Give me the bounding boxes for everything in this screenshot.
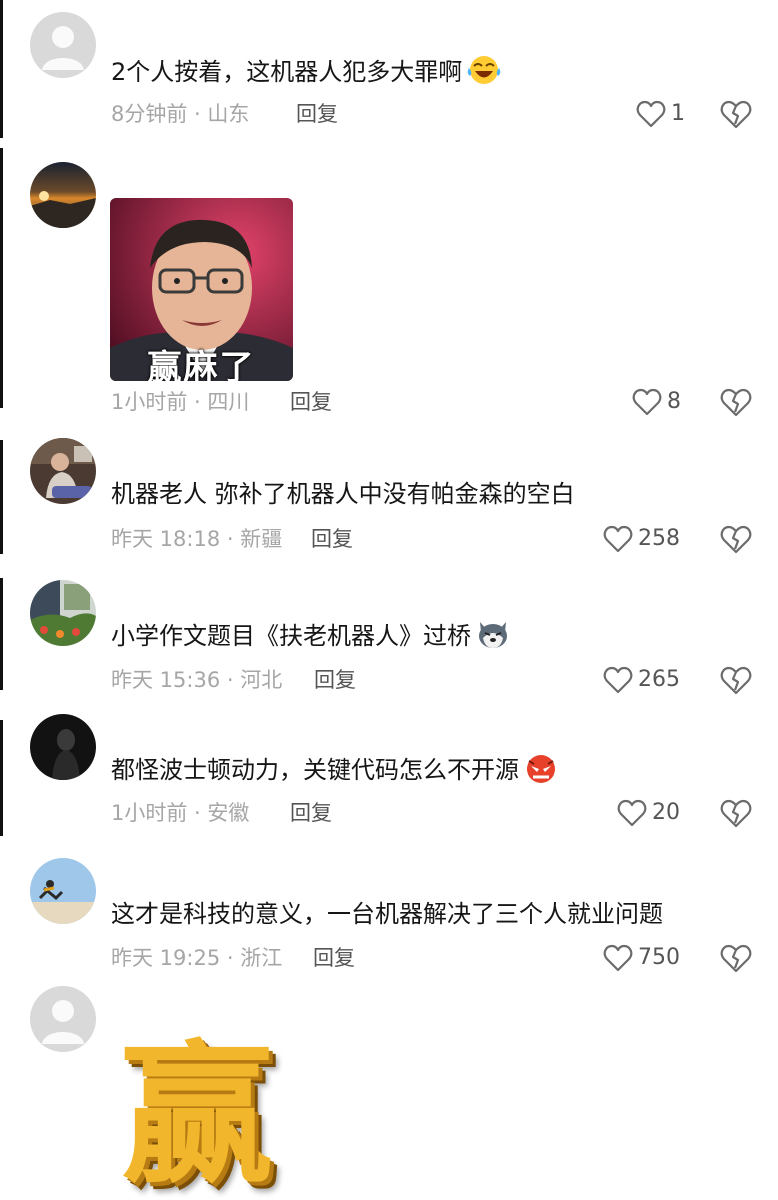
like-button[interactable]: 20 bbox=[617, 797, 680, 829]
heart-outline-icon bbox=[603, 944, 633, 972]
like-count: 265 bbox=[638, 667, 680, 692]
comment-time: 昨天 19:25 bbox=[111, 946, 221, 970]
comment-meta: 1小时前 · 四川 bbox=[111, 390, 250, 414]
comment-time: 昨天 18:18 bbox=[111, 527, 221, 551]
comment-region: 河北 bbox=[240, 668, 283, 692]
edge-line bbox=[0, 0, 3, 138]
default-avatar-icon[interactable] bbox=[30, 12, 96, 78]
broken-heart-icon bbox=[720, 666, 752, 695]
default-avatar-icon[interactable] bbox=[30, 986, 96, 1052]
reply-button[interactable]: 回复 bbox=[296, 100, 338, 128]
comment-text: 机器老人 弥补了机器人中没有帕金森的空白 bbox=[111, 480, 575, 508]
like-count: 258 bbox=[638, 526, 680, 551]
sticker-caption: 赢 bbox=[121, 1025, 273, 1200]
comment-meta: 1小时前 · 安徽 bbox=[111, 801, 250, 825]
dislike-button[interactable] bbox=[720, 665, 752, 697]
comment-time: 昨天 15:36 bbox=[111, 668, 221, 692]
comment-region: 浙江 bbox=[240, 946, 283, 970]
comment-meta: 昨天 15:36 · 河北 bbox=[111, 668, 283, 692]
dislike-button[interactable] bbox=[720, 943, 752, 975]
comment-region: 安徽 bbox=[207, 801, 250, 825]
like-count: 1 bbox=[671, 101, 685, 126]
dislike-button[interactable] bbox=[720, 387, 752, 419]
dislike-button[interactable] bbox=[720, 524, 752, 556]
heart-outline-icon bbox=[603, 525, 633, 553]
user-avatar[interactable] bbox=[30, 714, 96, 780]
reply-button[interactable]: 回复 bbox=[290, 799, 332, 827]
like-count: 20 bbox=[652, 800, 680, 825]
edge-line bbox=[0, 440, 3, 554]
laughing-tears-emoji bbox=[466, 54, 502, 94]
comment-time: 1小时前 bbox=[111, 801, 188, 825]
sticker-image[interactable]: 赢麻了 bbox=[110, 198, 293, 381]
user-avatar[interactable] bbox=[30, 858, 96, 924]
comment-text: 都怪波士顿动力，关键代码怎么不开源 bbox=[111, 752, 559, 792]
comment-time: 8分钟前 bbox=[111, 102, 188, 126]
comment-meta: 昨天 19:25 · 浙江 bbox=[111, 946, 283, 970]
like-count: 8 bbox=[667, 389, 681, 414]
dislike-button[interactable] bbox=[720, 99, 752, 131]
comment-list: 2个人按着，这机器人犯多大罪啊 8分钟前 · 山东 回复 1 赢麻了 1小时前 … bbox=[0, 0, 778, 1200]
like-button[interactable]: 8 bbox=[632, 386, 681, 418]
heart-outline-icon bbox=[603, 666, 633, 694]
like-count: 750 bbox=[638, 945, 680, 970]
like-button[interactable]: 265 bbox=[603, 664, 680, 696]
reply-button[interactable]: 回复 bbox=[290, 388, 332, 416]
comment-time: 1小时前 bbox=[111, 390, 188, 414]
user-avatar[interactable] bbox=[30, 580, 96, 646]
user-avatar[interactable] bbox=[30, 438, 96, 504]
sticker-image[interactable]: 赢 bbox=[108, 1024, 286, 1200]
like-button[interactable]: 750 bbox=[603, 942, 680, 974]
reply-button[interactable]: 回复 bbox=[313, 944, 355, 972]
edge-line bbox=[0, 578, 3, 690]
edge-line bbox=[0, 148, 3, 408]
comment-text: 这才是科技的意义，一台机器解决了三个人就业问题 bbox=[111, 900, 663, 928]
heart-outline-icon bbox=[636, 100, 666, 128]
comment-text: 小学作文题目《扶老机器人》过桥 bbox=[111, 618, 511, 658]
broken-heart-icon bbox=[720, 100, 752, 129]
heart-outline-icon bbox=[617, 799, 647, 827]
comment-region: 山东 bbox=[207, 102, 250, 126]
like-button[interactable]: 258 bbox=[603, 523, 680, 555]
user-avatar[interactable] bbox=[30, 162, 96, 228]
broken-heart-icon bbox=[720, 525, 752, 554]
sticker-caption: 赢麻了 bbox=[147, 348, 256, 381]
comment-text: 2个人按着，这机器人犯多大罪啊 bbox=[111, 54, 502, 94]
angry-face-emoji bbox=[523, 752, 559, 792]
heart-outline-icon bbox=[632, 388, 662, 416]
like-button[interactable]: 1 bbox=[636, 98, 685, 130]
comment-meta: 昨天 18:18 · 新疆 bbox=[111, 527, 283, 551]
husky-dog-emoji bbox=[475, 618, 511, 658]
edge-line bbox=[0, 720, 3, 836]
dislike-button[interactable] bbox=[720, 798, 752, 830]
broken-heart-icon bbox=[720, 944, 752, 973]
reply-button[interactable]: 回复 bbox=[311, 525, 353, 553]
comment-region: 新疆 bbox=[240, 527, 283, 551]
broken-heart-icon bbox=[720, 799, 752, 828]
comment-meta: 8分钟前 · 山东 bbox=[111, 102, 250, 126]
reply-button[interactable]: 回复 bbox=[314, 666, 356, 694]
comment-region: 四川 bbox=[207, 390, 250, 414]
broken-heart-icon bbox=[720, 388, 752, 417]
